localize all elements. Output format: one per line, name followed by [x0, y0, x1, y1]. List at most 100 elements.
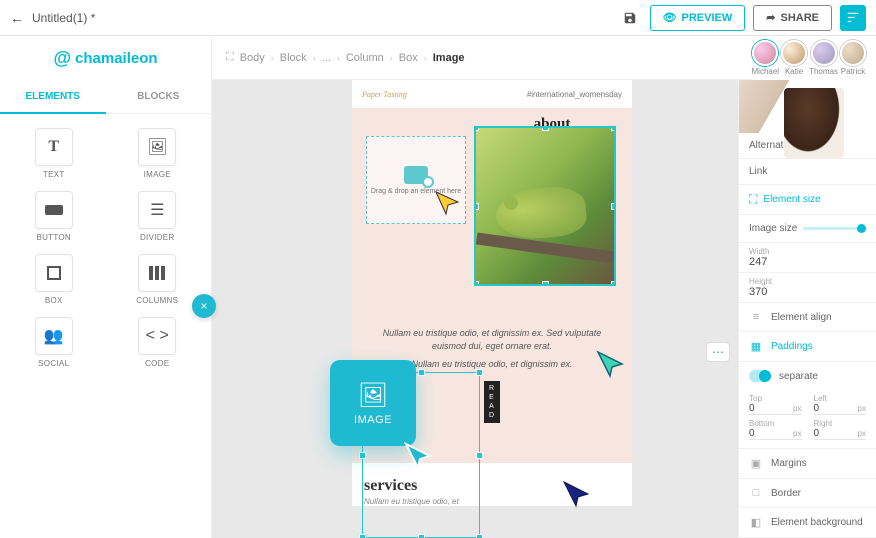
paddings-label: Paddings: [771, 341, 813, 352]
avatar-name: Patrick: [841, 67, 865, 76]
drop-zone[interactable]: Drag & drop an element here: [366, 136, 466, 224]
prop-element-size[interactable]: ⛶Element size: [739, 185, 876, 215]
tab-elements[interactable]: ELEMENTS: [0, 80, 106, 114]
breadcrumb: ⛶ Body› Block› ...› Column› Box› Image: [212, 36, 752, 80]
resize-handle[interactable]: [611, 203, 616, 210]
element-button[interactable]: BUTTON: [14, 191, 94, 242]
resize-handle[interactable]: [476, 369, 483, 376]
avatar-name: Michael: [752, 67, 780, 76]
element-label: COLUMNS: [136, 296, 178, 305]
prop-link[interactable]: Link: [739, 159, 876, 185]
resize-handle[interactable]: [474, 126, 479, 131]
pad-bottom-label: Bottom: [749, 419, 802, 428]
image-size-slider[interactable]: [803, 227, 866, 230]
element-box[interactable]: BOX: [14, 254, 94, 305]
crumb-body[interactable]: Body: [240, 52, 265, 64]
element-text[interactable]: T TEXT: [14, 128, 94, 179]
image-size-label: Image size: [749, 223, 797, 234]
text-icon: T: [48, 138, 59, 156]
element-size-label: Element size: [763, 194, 820, 205]
crumb-image[interactable]: Image: [433, 52, 465, 64]
pad-left-value[interactable]: 0: [814, 403, 820, 414]
avatar[interactable]: [840, 40, 866, 66]
code-icon: < >: [146, 327, 169, 345]
crumb-more[interactable]: ...: [322, 52, 331, 64]
margins-label: Margins: [771, 458, 807, 469]
background-icon: ◧: [749, 516, 763, 529]
at-icon: @: [53, 48, 71, 69]
share-button[interactable]: ➦ SHARE: [753, 5, 832, 31]
resize-handle[interactable]: [476, 534, 483, 538]
align-label: Element align: [771, 312, 832, 323]
social-icon: 👥: [44, 326, 64, 346]
avatar[interactable]: [811, 40, 837, 66]
avatar[interactable]: [781, 40, 807, 66]
border-label: Border: [771, 488, 801, 499]
tab-blocks[interactable]: BLOCKS: [106, 80, 212, 114]
read-button[interactable]: R E A D: [484, 381, 500, 423]
crumb-column[interactable]: Column: [346, 52, 384, 64]
document-title: Untitled(1) *: [32, 11, 610, 25]
resize-handle[interactable]: [611, 126, 616, 131]
resize-handle[interactable]: [359, 534, 366, 538]
prop-separate-toggle[interactable]: separate: [739, 362, 876, 390]
properties-panel: Alternate text Link ⛶Element size Image …: [738, 80, 876, 538]
separate-label: separate: [779, 371, 818, 382]
background-label: Element background: [771, 517, 863, 528]
eye-icon: 👁: [663, 11, 677, 24]
crumb-box[interactable]: Box: [399, 52, 418, 64]
share-icon: ➦: [766, 11, 775, 24]
back-icon[interactable]: ←: [10, 10, 24, 26]
close-fab[interactable]: ×: [192, 294, 216, 318]
page-brand: Paper Tasting: [362, 90, 407, 99]
resize-handle[interactable]: [474, 203, 479, 210]
preview-button[interactable]: 👁 PREVIEW: [650, 5, 746, 31]
crumb-block[interactable]: Block: [280, 52, 307, 64]
pad-top-label: Top: [749, 394, 802, 403]
element-image[interactable]: 🖼IMAGE: [118, 128, 198, 179]
image-icon: 🖼: [358, 381, 388, 410]
dragging-element[interactable]: 🖼 IMAGE: [330, 360, 416, 446]
prop-margins[interactable]: ▣ Margins: [739, 449, 876, 479]
align-icon: ≡: [749, 311, 763, 323]
resize-handle[interactable]: [418, 534, 425, 538]
selected-image[interactable]: + ⧉ + 🗑: [474, 126, 616, 286]
prop-paddings[interactable]: ▦ Paddings: [739, 332, 876, 362]
settings-button[interactable]: [840, 5, 866, 31]
canvas[interactable]: Paper Tasting #international_womensday a…: [212, 80, 738, 538]
resize-handle[interactable]: [611, 281, 616, 286]
element-divider[interactable]: ☰DIVIDER: [118, 191, 198, 242]
element-social[interactable]: 👥 SOCIAL: [14, 317, 94, 368]
element-columns[interactable]: COLUMNS: [118, 254, 198, 305]
height-value[interactable]: 370: [749, 286, 866, 298]
resize-handle[interactable]: [359, 452, 366, 459]
resize-handle[interactable]: [476, 452, 483, 459]
element-label: TEXT: [43, 170, 65, 179]
resize-handle[interactable]: [542, 281, 549, 286]
element-label: SOCIAL: [38, 359, 69, 368]
prop-element-align[interactable]: ≡ Element align: [739, 303, 876, 332]
pad-right-value[interactable]: 0: [814, 428, 820, 439]
margins-icon: ▣: [749, 457, 763, 470]
pad-top-value[interactable]: 0: [749, 403, 755, 414]
pad-bottom-value[interactable]: 0: [749, 428, 755, 439]
prop-element-background[interactable]: ◧ Element background: [739, 508, 876, 538]
width-value[interactable]: 247: [749, 256, 866, 268]
home-icon[interactable]: ⛶: [226, 51, 234, 64]
resize-handle[interactable]: [474, 281, 479, 286]
resize-handle[interactable]: [418, 369, 425, 376]
resize-handle[interactable]: [542, 126, 549, 131]
preview-label: PREVIEW: [682, 12, 733, 24]
body-text[interactable]: Nullam eu tristique odio, et dignissim e…: [362, 323, 622, 356]
paddings-icon: ▦: [749, 340, 763, 353]
avatar[interactable]: [752, 40, 778, 66]
element-label: BOX: [45, 296, 63, 305]
save-icon[interactable]: [618, 6, 642, 30]
border-icon: □: [749, 487, 763, 499]
element-code[interactable]: < >CODE: [118, 317, 198, 368]
prop-border[interactable]: □ Border: [739, 479, 876, 508]
image-preview[interactable]: [739, 80, 876, 133]
toggle-switch[interactable]: [749, 370, 771, 382]
more-options-button[interactable]: ⋯: [706, 342, 730, 362]
sliders-icon: [846, 11, 860, 25]
